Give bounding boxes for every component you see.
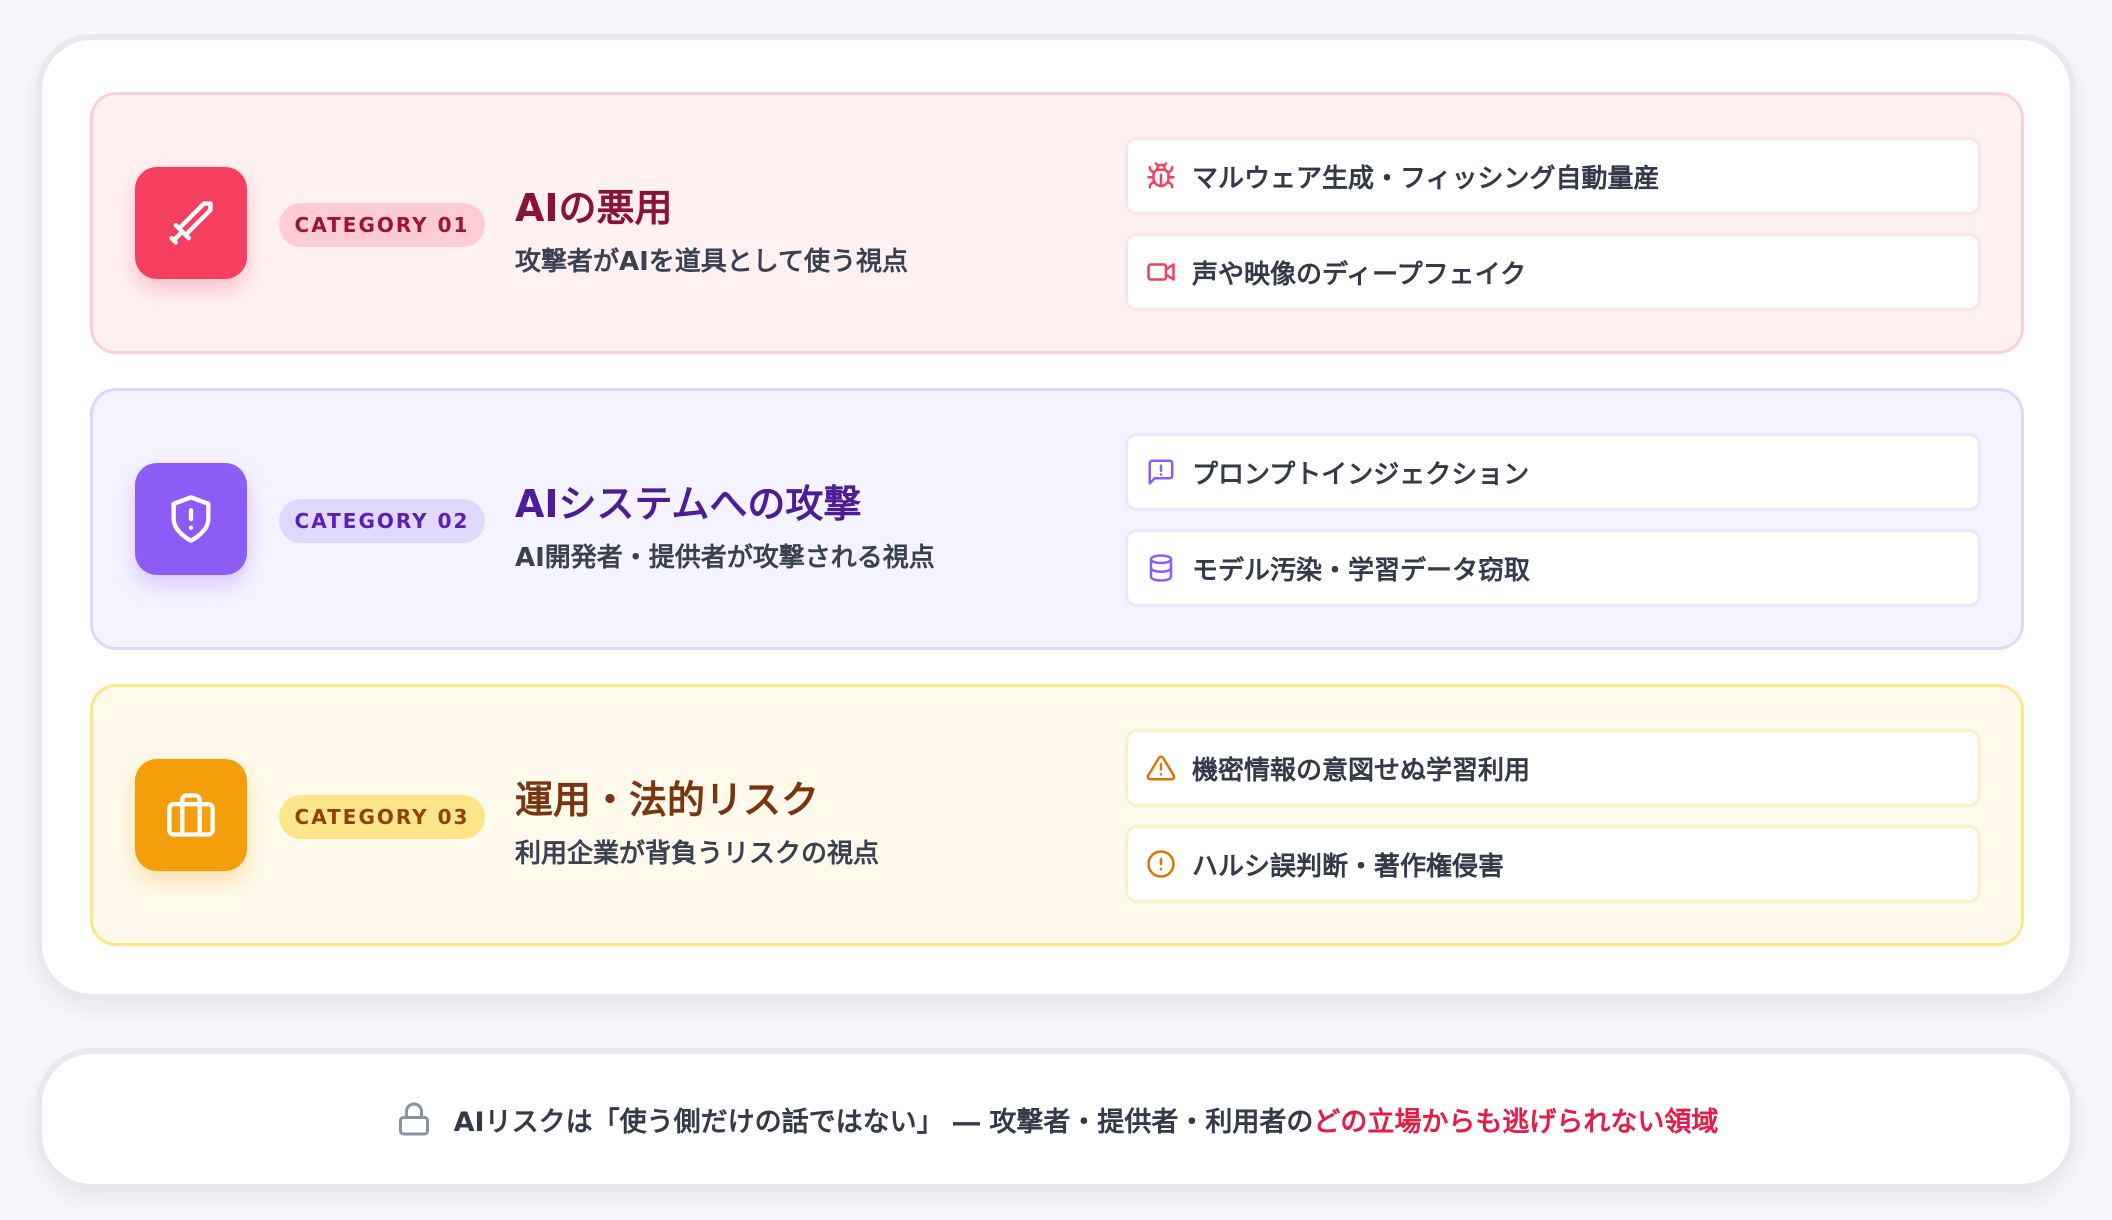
message-alert-icon: [1144, 455, 1178, 489]
risk-item: プロンプトインジェクション: [1125, 433, 1981, 511]
category-subtitle: 攻撃者がAIを道具として使う視点: [515, 247, 909, 277]
category-subtitle: AI開発者・提供者が攻撃される視点: [515, 543, 935, 573]
category-title: 運用・法的リスク: [515, 778, 820, 822]
risk-item: 機密情報の意図せぬ学習利用: [1125, 729, 1981, 807]
database-icon: [1144, 551, 1178, 585]
category-card-operational: CATEGORY 03 運用・法的リスク 利用企業が背負うリスクの視点 機密情報…: [90, 684, 2024, 946]
summary-banner: AIリスクは「使う側だけの話ではない」 ― 攻撃者・提供者・利用者の どの立場から…: [36, 1048, 2076, 1190]
risk-item-label: モデル汚染・学習データ窃取: [1192, 555, 1531, 586]
alert-circle-icon: [1144, 847, 1178, 881]
category-title: AIの悪用: [515, 186, 673, 230]
lock-icon: [394, 1099, 434, 1139]
sword-icon: [135, 167, 247, 279]
category-badge: CATEGORY 01: [279, 203, 485, 247]
risk-item-label: 声や映像のディープフェイク: [1192, 259, 1527, 290]
category-badge: CATEGORY 02: [279, 499, 485, 543]
risk-item-label: プロンプトインジェクション: [1192, 459, 1530, 490]
risk-item: マルウェア生成・フィッシング自動量産: [1125, 137, 1981, 215]
risk-item: ハルシ誤判断・著作権侵害: [1125, 825, 1981, 903]
category-title: AIシステムへの攻撃: [515, 482, 862, 526]
risk-item-label: ハルシ誤判断・著作権侵害: [1192, 851, 1505, 882]
summary-text: AIリスクは「使う側だけの話ではない」 ― 攻撃者・提供者・利用者の: [453, 1106, 1314, 1138]
category-subtitle: 利用企業が背負うリスクの視点: [515, 839, 880, 869]
risk-item: モデル汚染・学習データ窃取: [1125, 529, 1981, 607]
risk-item-label: 機密情報の意図せぬ学習利用: [1192, 755, 1531, 786]
category-card-misuse: CATEGORY 01 AIの悪用 攻撃者がAIを道具として使う視点 マルウェア…: [90, 92, 2024, 354]
shield-alert-icon: [135, 463, 247, 575]
risk-item-label: マルウェア生成・フィッシング自動量産: [1192, 163, 1660, 194]
bug-icon: [1144, 159, 1178, 193]
category-badge: CATEGORY 03: [279, 795, 485, 839]
category-card-attack: CATEGORY 02 AIシステムへの攻撃 AI開発者・提供者が攻撃される視点…: [90, 388, 2024, 650]
warning-triangle-icon: [1144, 751, 1178, 785]
summary-highlight: どの立場からも逃げられない領域: [1313, 1106, 1719, 1138]
category-panel: CATEGORY 01 AIの悪用 攻撃者がAIを道具として使う視点 マルウェア…: [36, 34, 2076, 1000]
video-icon: [1144, 255, 1178, 289]
briefcase-icon: [135, 759, 247, 871]
risk-item: 声や映像のディープフェイク: [1125, 233, 1981, 311]
